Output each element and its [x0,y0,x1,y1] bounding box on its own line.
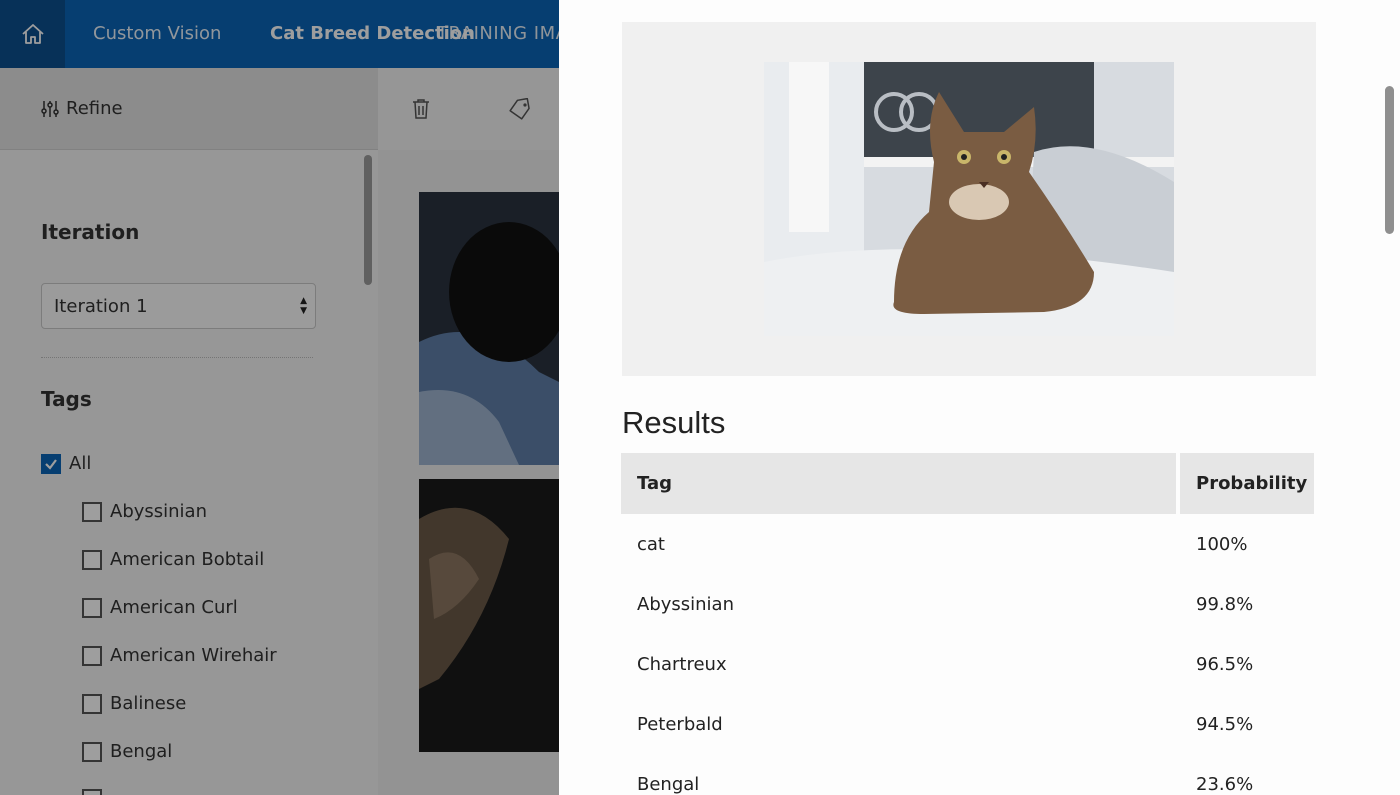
table-row: cat 100% [621,514,1314,574]
results-table: Tag Probability cat 100% Abyssinian 99.8… [621,453,1314,795]
probability-cell: 23.6% [1196,773,1254,795]
table-row: Bengal 23.6% [621,754,1314,795]
tag-cell: Peterbald [637,713,723,735]
table-row: Abyssinian 99.8% [621,574,1314,634]
column-header-probability[interactable]: Probability [1180,453,1314,514]
results-heading: Results [622,405,726,440]
cat-photo [764,62,1174,336]
column-header-tag[interactable]: Tag [621,453,1176,514]
probability-cell: 96.5% [1196,653,1254,675]
probability-cell: 94.5% [1196,713,1254,735]
image-preview-frame [622,22,1316,376]
table-row: Peterbald 94.5% [621,694,1314,754]
table-header: Tag Probability [621,453,1314,514]
probability-cell: 99.8% [1196,593,1254,615]
tag-cell: Bengal [637,773,700,795]
tag-cell: Abyssinian [637,593,734,615]
prediction-panel: Results Tag Probability cat 100% Abyssin… [559,0,1400,795]
tag-cell: Chartreux [637,653,727,675]
probability-cell: 100% [1196,533,1248,555]
panel-scrollbar[interactable] [1385,86,1394,234]
table-row: Chartreux 96.5% [621,634,1314,694]
tag-cell: cat [637,533,665,555]
